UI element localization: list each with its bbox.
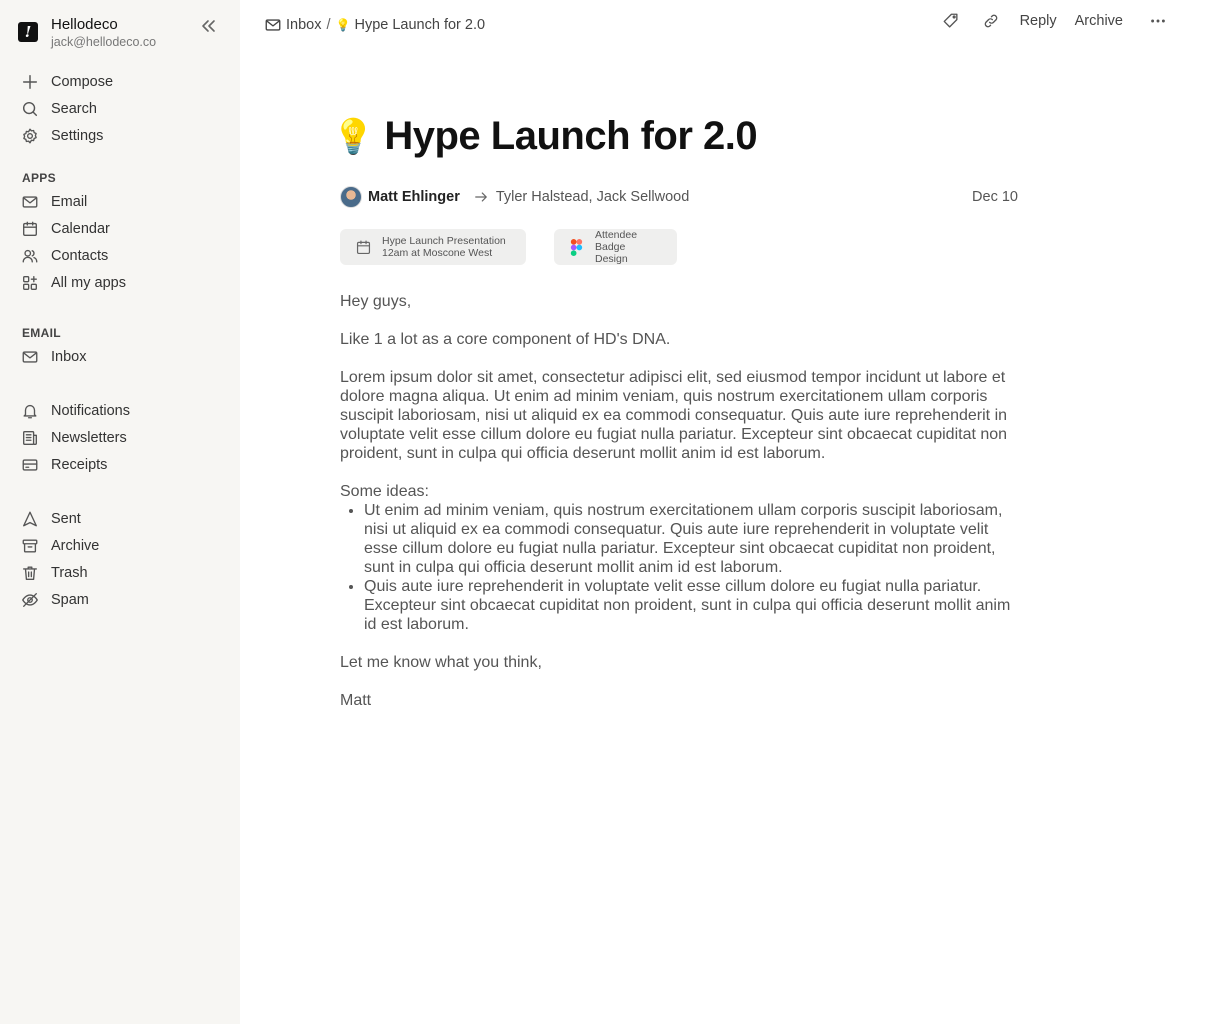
search-icon — [20, 99, 40, 119]
sidebar: ! Hellodeco jack@hellodeco.co Compose Se… — [0, 0, 240, 1024]
plus-icon — [20, 72, 40, 92]
list-item: Ut enim ad minim veniam, quis nostrum ex… — [364, 501, 1020, 577]
sidebar-item-label: Compose — [51, 74, 114, 90]
email-meta: Matt Ehlinger Tyler Halstead, Jack Sellw… — [340, 184, 1018, 210]
sidebar-item-calendar[interactable]: Calendar — [20, 218, 110, 240]
mail-icon — [264, 16, 286, 34]
recipients[interactable]: Tyler Halstead, Jack Sellwood — [496, 189, 689, 205]
breadcrumb: Inbox / 💡 Hype Launch for 2.0 — [264, 14, 485, 36]
email-signature: Matt — [340, 692, 372, 709]
email-date: Dec 10 — [972, 189, 1018, 205]
mail-icon — [20, 192, 40, 212]
sidebar-item-label: Receipts — [51, 457, 108, 473]
sidebar-item-all-apps[interactable]: All my apps — [20, 272, 126, 294]
breadcrumb-separator: / — [326, 17, 331, 33]
sidebar-item-trash[interactable]: Trash — [20, 562, 88, 584]
sidebar-item-label: Search — [51, 101, 97, 117]
sidebar-item-label: Spam — [51, 592, 89, 608]
eye-off-icon — [20, 590, 40, 610]
sidebar-item-label: Notifications — [51, 403, 130, 419]
bell-icon — [20, 401, 40, 421]
email-body: Hey guys, Like 1 a lot as a core compone… — [340, 292, 1020, 729]
figma-icon — [568, 238, 585, 256]
reply-button[interactable]: Reply — [1020, 13, 1057, 29]
logo-icon: ! — [18, 22, 38, 42]
section-label-apps: APPS — [22, 171, 56, 185]
ideas-label: Some ideas: — [340, 483, 429, 500]
section-label-email: EMAIL — [22, 326, 61, 340]
apps-plus-icon — [20, 273, 40, 293]
sidebar-item-label: Newsletters — [51, 430, 127, 446]
email-header: 💡 Hype Launch for 2.0 — [332, 114, 758, 159]
attachment-title: Hype Launch Presentation — [382, 235, 506, 247]
email-paragraph: Lorem ipsum dolor sit amet, consectetur … — [340, 369, 1008, 462]
calendar-icon — [20, 219, 40, 239]
sidebar-item-contacts[interactable]: Contacts — [20, 245, 108, 267]
sidebar-item-inbox[interactable]: Inbox — [20, 346, 86, 368]
sidebar-item-label: Sent — [51, 511, 81, 527]
breadcrumb-current: Hype Launch for 2.0 — [354, 17, 486, 33]
sidebar-item-settings[interactable]: Settings — [20, 125, 103, 147]
attachment-chip[interactable]: Hype Launch Presentation 12am at Moscone… — [340, 229, 526, 265]
sidebar-item-label: Contacts — [51, 248, 109, 264]
archive-button[interactable]: Archive — [1075, 13, 1123, 29]
calendar-icon — [354, 238, 372, 256]
more-options-icon[interactable] — [1147, 10, 1169, 32]
lightbulb-icon: 💡 — [332, 117, 375, 156]
tag-icon[interactable] — [940, 10, 962, 32]
avatar — [340, 186, 362, 208]
attachment-chip[interactable]: Attendee Badge Design — [554, 229, 677, 265]
sidebar-item-spam[interactable]: Spam — [20, 589, 89, 611]
email-paragraph: Like 1 a lot as a core component of HD's… — [340, 331, 671, 348]
sidebar-item-receipts[interactable]: Receipts — [20, 454, 107, 476]
archive-icon — [20, 536, 40, 556]
arrow-right-icon — [474, 189, 490, 205]
email-subject: Hype Launch for 2.0 — [384, 114, 758, 158]
sidebar-item-newsletters[interactable]: Newsletters — [20, 427, 127, 449]
account-name: Hellodeco — [51, 16, 118, 33]
list-item: Quis aute iure reprehenderit in voluptat… — [364, 577, 1020, 634]
account-email: jack@hellodeco.co — [51, 35, 157, 49]
newspaper-icon — [20, 428, 40, 448]
attachment-subtitle: 12am at Moscone West — [382, 247, 493, 259]
sidebar-item-compose[interactable]: Compose — [20, 71, 113, 93]
toolbar: Reply Archive — [922, 10, 1169, 32]
gear-icon — [20, 126, 40, 146]
sidebar-item-label: All my apps — [51, 275, 126, 291]
sidebar-item-label: Settings — [51, 128, 104, 144]
email-greeting: Hey guys, — [340, 293, 412, 310]
sidebar-item-sent[interactable]: Sent — [20, 508, 81, 530]
link-icon[interactable] — [980, 10, 1002, 32]
attachment-subtitle: Design — [595, 253, 628, 265]
sidebar-item-email[interactable]: Email — [20, 191, 87, 213]
sidebar-item-archive[interactable]: Archive — [20, 535, 99, 557]
sidebar-item-label: Archive — [51, 538, 100, 554]
sidebar-item-search[interactable]: Search — [20, 98, 97, 120]
credit-card-icon — [20, 455, 40, 475]
ideas-list: Ut enim ad minim veniam, quis nostrum ex… — [364, 501, 1020, 634]
trash-icon — [20, 563, 40, 583]
sidebar-item-notifications[interactable]: Notifications — [20, 400, 130, 422]
sidebar-item-label: Trash — [51, 565, 88, 581]
users-icon — [20, 246, 40, 266]
breadcrumb-inbox-link[interactable]: Inbox — [286, 17, 321, 33]
sidebar-item-label: Inbox — [51, 349, 87, 365]
mail-icon — [20, 347, 40, 367]
send-icon — [20, 509, 40, 529]
sender-name[interactable]: Matt Ehlinger — [368, 189, 460, 205]
account-switcher[interactable]: ! Hellodeco jack@hellodeco.co — [18, 16, 156, 50]
sidebar-item-label: Email — [51, 194, 88, 210]
collapse-sidebar-icon[interactable] — [198, 16, 218, 36]
attachment-title: Attendee Badge — [595, 229, 638, 253]
email-closing: Let me know what you think, — [340, 654, 542, 671]
lightbulb-icon: 💡 — [335, 18, 351, 32]
sidebar-item-label: Calendar — [51, 221, 110, 237]
